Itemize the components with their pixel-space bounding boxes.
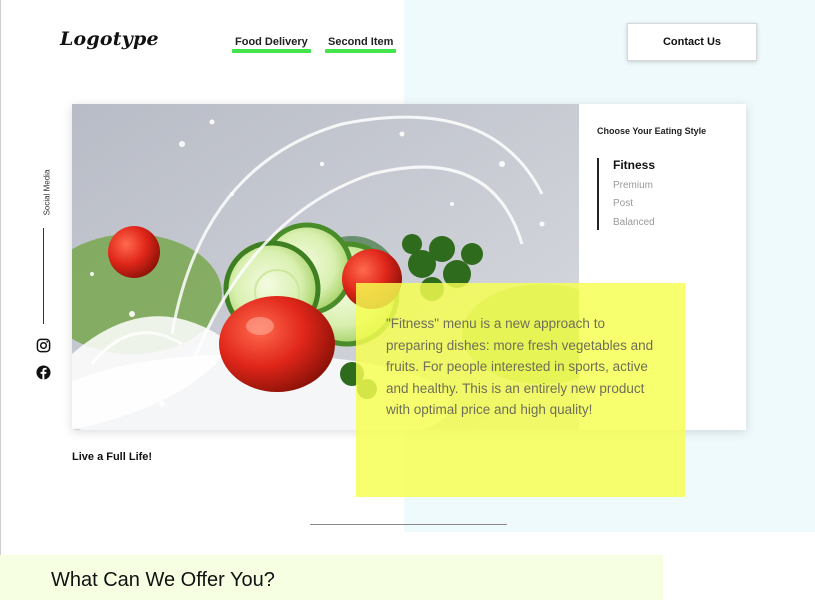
eating-style-option-balanced[interactable]: Balanced bbox=[613, 217, 655, 228]
social-divider-line bbox=[43, 228, 44, 324]
eating-style-option-fitness[interactable]: Fitness bbox=[613, 158, 655, 172]
facebook-icon[interactable] bbox=[36, 365, 51, 380]
social-media-label: Social Media bbox=[42, 169, 52, 216]
contact-us-button[interactable]: Contact Us bbox=[627, 23, 757, 61]
offer-section-title: What Can We Offer You? bbox=[51, 569, 275, 591]
eating-style-title: Choose Your Eating Style bbox=[597, 126, 707, 136]
nav-underline bbox=[325, 49, 397, 53]
nav-item-second-item[interactable]: Second Item bbox=[325, 36, 397, 53]
eating-style-indicator-bar bbox=[597, 158, 599, 230]
nav-underline bbox=[232, 49, 311, 53]
description-highlight-box: "Fitness" menu is a new approach to prep… bbox=[356, 283, 685, 497]
section-divider bbox=[310, 524, 507, 525]
nav-item-label: Second Item bbox=[328, 36, 394, 48]
eating-style-option-premium[interactable]: Premium bbox=[613, 180, 653, 191]
logo[interactable]: Logotype bbox=[60, 28, 159, 50]
eating-style-option-post[interactable]: Post bbox=[613, 198, 633, 209]
instagram-icon[interactable] bbox=[36, 338, 51, 353]
nav-item-food-delivery[interactable]: Food Delivery bbox=[232, 36, 311, 53]
tagline: Live a Full Life! bbox=[72, 451, 153, 463]
menu-description: "Fitness" menu is a new approach to prep… bbox=[386, 316, 654, 417]
nav-item-label: Food Delivery bbox=[235, 36, 308, 48]
page-left-border bbox=[0, 0, 1, 600]
